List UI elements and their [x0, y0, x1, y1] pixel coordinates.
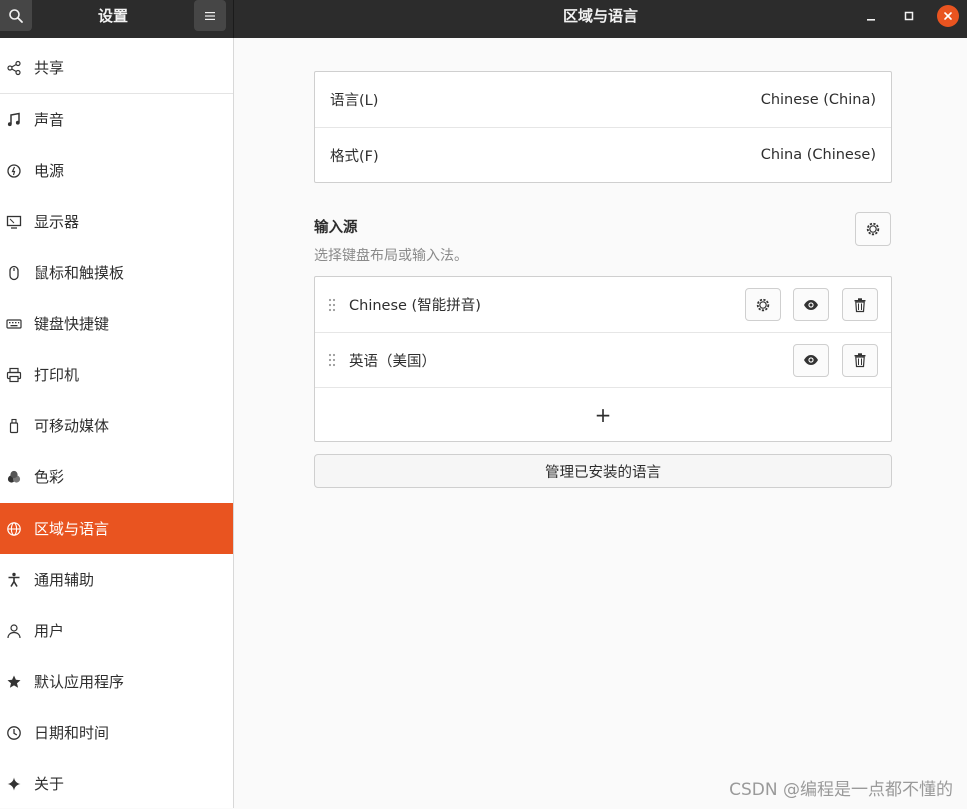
manage-languages-button[interactable]: 管理已安装的语言 [314, 454, 892, 488]
gear-icon [755, 297, 771, 313]
sidebar-item-default-apps[interactable]: 默认应用程序 [0, 656, 233, 707]
sparkle-icon [0, 776, 28, 792]
sidebar-item-sound[interactable]: 声音 [0, 94, 233, 145]
keyboard-icon [0, 316, 28, 332]
eye-icon [803, 297, 819, 313]
sidebar-item-label: 声音 [34, 109, 64, 130]
globe-icon [0, 521, 28, 537]
printer-icon [0, 367, 28, 383]
close-icon [943, 11, 953, 21]
add-input-source-button[interactable]: + [315, 387, 891, 441]
maximize-icon [903, 10, 915, 22]
trash-icon [852, 352, 868, 368]
sidebar-item-label: 通用辅助 [34, 569, 94, 590]
list-item[interactable]: 英语（美国） [315, 332, 891, 387]
share-icon [0, 60, 28, 76]
drag-handle-icon[interactable] [315, 352, 349, 368]
minimize-icon [865, 10, 877, 22]
page-title: 区域与语言 [234, 0, 967, 31]
language-value: Chinese (China) [761, 92, 876, 108]
accessibility-icon [0, 572, 28, 588]
sidebar-item-keyboard[interactable]: 键盘快捷键 [0, 298, 233, 349]
main-content: 语言(L) Chinese (China) 格式(F) China (Chine… [235, 38, 967, 808]
sidebar-item-label: 打印机 [34, 364, 79, 385]
language-format-panel: 语言(L) Chinese (China) 格式(F) China (Chine… [314, 71, 892, 183]
input-sources-title: 输入源 [314, 216, 358, 237]
sidebar: 共享 声音 电源 显示器 鼠标和触摸板 键盘快捷键 打印机 [0, 38, 234, 808]
menu-button[interactable] [194, 0, 226, 31]
sidebar-item-label: 默认应用程序 [34, 671, 124, 692]
sidebar-item-region-language[interactable]: 区域与语言 [0, 503, 233, 554]
formats-label: 格式(F) [330, 145, 761, 166]
drag-handle-icon[interactable] [315, 297, 349, 313]
sidebar-item-printers[interactable]: 打印机 [0, 349, 233, 400]
power-icon [0, 163, 28, 179]
sidebar-header: 设置 [0, 0, 234, 38]
search-button[interactable] [0, 0, 32, 31]
music-note-icon [0, 112, 28, 128]
mouse-icon [0, 265, 28, 281]
input-sources-list: Chinese (智能拼音) [314, 276, 892, 442]
input-sources-subtitle: 选择键盘布局或输入法。 [314, 245, 468, 265]
minimize-button[interactable] [860, 5, 882, 27]
formats-row[interactable]: 格式(F) China (Chinese) [315, 127, 891, 182]
hamburger-icon [204, 10, 216, 22]
search-icon [8, 8, 24, 24]
sidebar-item-label: 共享 [34, 57, 64, 78]
clock-icon [0, 725, 28, 741]
sidebar-item-mouse[interactable]: 鼠标和触摸板 [0, 247, 233, 298]
input-source-preview-button[interactable] [793, 288, 829, 321]
sidebar-title: 设置 [34, 0, 192, 31]
sidebar-item-about[interactable]: 关于 [0, 758, 233, 809]
input-source-preview-button[interactable] [793, 344, 829, 377]
add-icon: + [595, 403, 612, 427]
sidebar-item-users[interactable]: 用户 [0, 605, 233, 656]
sidebar-item-label: 日期和时间 [34, 722, 109, 743]
sidebar-item-label: 区域与语言 [34, 518, 109, 539]
sidebar-item-label: 电源 [34, 160, 64, 181]
user-icon [0, 623, 28, 639]
formats-value: China (Chinese) [761, 147, 876, 163]
input-source-label: Chinese (智能拼音) [349, 294, 745, 315]
sidebar-item-label: 可移动媒体 [34, 415, 109, 436]
eye-icon [803, 352, 819, 368]
input-source-remove-button[interactable] [842, 344, 878, 377]
gear-icon [865, 221, 881, 237]
sidebar-item-color[interactable]: 色彩 [0, 451, 233, 502]
sidebar-item-label: 色彩 [34, 466, 64, 487]
star-icon [0, 674, 28, 690]
close-button[interactable] [937, 5, 959, 27]
color-icon [0, 469, 28, 485]
input-source-remove-button[interactable] [842, 288, 878, 321]
sidebar-item-label: 关于 [34, 773, 64, 794]
input-sources-options-button[interactable] [855, 212, 891, 246]
display-icon [0, 214, 28, 230]
sidebar-item-share[interactable]: 共享 [0, 42, 233, 93]
removable-media-icon [0, 418, 28, 434]
sidebar-item-power[interactable]: 电源 [0, 145, 233, 196]
sidebar-item-label: 用户 [34, 620, 64, 641]
maximize-button[interactable] [898, 5, 920, 27]
header-bar: 设置 区域与语言 [0, 0, 967, 38]
sidebar-item-display[interactable]: 显示器 [0, 196, 233, 247]
list-item[interactable]: Chinese (智能拼音) [315, 277, 891, 332]
sidebar-item-date-time[interactable]: 日期和时间 [0, 707, 233, 758]
sidebar-item-removable-media[interactable]: 可移动媒体 [0, 400, 233, 451]
language-row[interactable]: 语言(L) Chinese (China) [315, 72, 891, 127]
sidebar-item-label: 键盘快捷键 [34, 313, 109, 334]
input-source-label: 英语（美国） [349, 350, 793, 371]
input-source-settings-button[interactable] [745, 288, 781, 321]
sidebar-item-label: 显示器 [34, 211, 79, 232]
trash-icon [852, 297, 868, 313]
sidebar-item-label: 鼠标和触摸板 [34, 262, 124, 283]
watermark: CSDN @编程是一点都不懂的 [729, 775, 953, 800]
language-label: 语言(L) [330, 89, 761, 110]
sidebar-item-accessibility[interactable]: 通用辅助 [0, 554, 233, 605]
